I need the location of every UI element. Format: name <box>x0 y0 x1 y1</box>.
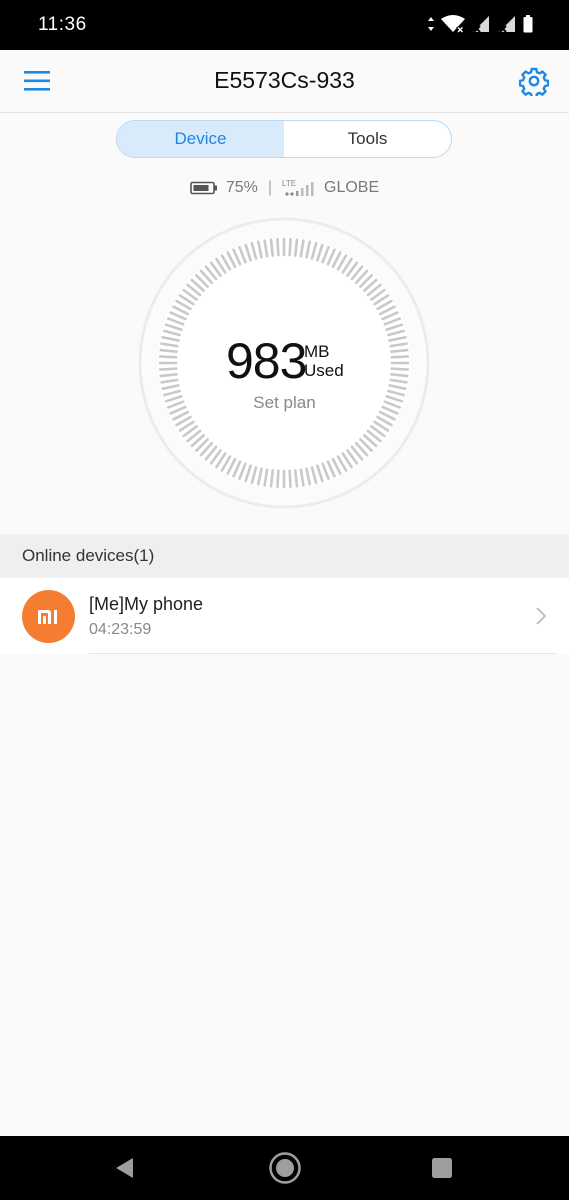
battery-level: 75% <box>225 179 258 196</box>
page-title: E5573Cs-933 <box>214 67 355 93</box>
gauge-tick <box>158 355 178 359</box>
section-title: Online devices(1) <box>22 546 155 565</box>
gauge-tick <box>288 469 292 489</box>
signal-icon-1 <box>473 16 489 33</box>
gauge-tick <box>293 238 299 257</box>
tab-device[interactable]: Device <box>117 121 284 157</box>
device-name: [Me]My phone <box>89 594 204 614</box>
home-icon[interactable] <box>268 1151 302 1185</box>
mi-logo-icon <box>37 609 57 624</box>
lte-signal-icon: LTE <box>282 179 314 196</box>
tab-tools[interactable]: Tools <box>284 121 451 157</box>
set-plan-link[interactable]: Set plan <box>0 393 569 413</box>
data-arrows-icon <box>428 17 434 31</box>
gauge-tick <box>269 469 275 488</box>
recents-icon[interactable] <box>431 1157 453 1179</box>
status-icons <box>427 14 533 34</box>
device-status-line: 75% | LTE GLOBE <box>0 177 569 199</box>
status-bar: 11:36 <box>0 0 569 50</box>
battery-icon <box>190 181 217 195</box>
app-header: E5573Cs-933 <box>0 50 569 113</box>
device-tools-tabs: Device Tools <box>116 120 452 158</box>
gauge-tick <box>276 469 280 489</box>
gauge-tick <box>276 237 280 257</box>
gauge-tick <box>390 355 410 359</box>
gauge-tick <box>288 237 292 257</box>
usage-value: 983 <box>226 333 307 389</box>
gauge-tick <box>159 348 178 354</box>
gauge-tick <box>390 367 410 371</box>
usage-caption: Used <box>304 361 344 380</box>
gear-icon[interactable] <box>519 66 549 96</box>
gauge-tick <box>390 348 409 354</box>
lte-label: LTE <box>282 179 296 188</box>
usage-unit: MB <box>304 342 330 361</box>
chevron-right-icon <box>536 607 547 625</box>
empty-content-area <box>0 654 569 1136</box>
status-time: 11:36 <box>38 14 87 35</box>
list-item[interactable]: [Me]My phone 04:23:59 <box>0 578 569 654</box>
gauge-tick <box>158 367 178 371</box>
gauge-tick <box>390 372 409 378</box>
gauge-tick <box>269 238 275 257</box>
battery-status-icon <box>523 15 533 33</box>
gauge-tick <box>159 372 178 378</box>
navigation-bar <box>0 1136 569 1200</box>
online-devices-header: Online devices(1) <box>0 534 569 578</box>
xiaomi-logo-avatar <box>22 590 75 643</box>
gauge-tick <box>293 469 299 488</box>
device-duration: 04:23:59 <box>89 621 152 638</box>
back-icon[interactable] <box>113 1156 137 1180</box>
wifi-icon <box>441 15 465 33</box>
signal-icon-2 <box>499 16 515 33</box>
carrier-name: GLOBE <box>324 179 380 196</box>
separator: | <box>267 179 273 196</box>
